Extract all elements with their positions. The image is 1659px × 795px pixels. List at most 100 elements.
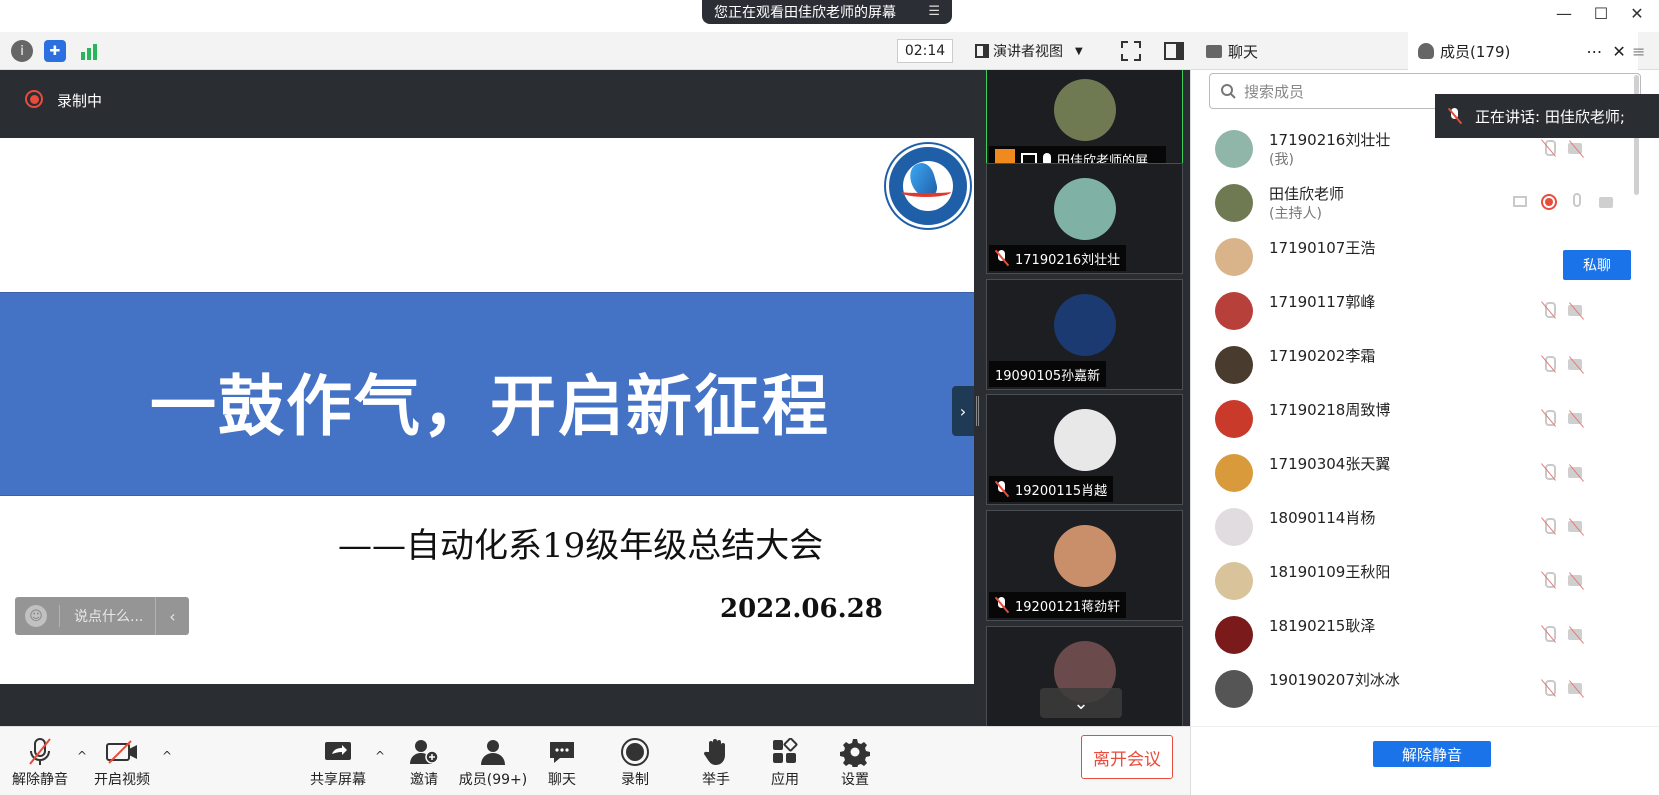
mic-off-icon[interactable] xyxy=(1539,139,1559,159)
private-chat-button[interactable]: 私聊 xyxy=(1563,250,1631,280)
mic-off-icon xyxy=(995,250,1009,266)
search-icon xyxy=(1221,84,1236,99)
leave-meeting-button[interactable]: 离开会议 xyxy=(1081,735,1173,779)
members-panel: 搜索成员 17190216刘壮壮 (我) 田佳欣老师 (主持人) 17190107王浩 1… xyxy=(1190,70,1659,726)
avatar xyxy=(1215,130,1253,168)
avatar xyxy=(1054,409,1116,471)
camera-off-icon[interactable] xyxy=(1567,517,1589,537)
shield-icon[interactable]: ✚ xyxy=(44,40,66,62)
chat-input-placeholder[interactable]: 说点什么... xyxy=(74,606,143,626)
member-row[interactable]: 17190218周致博 xyxy=(1191,393,1631,445)
mic-off-icon[interactable] xyxy=(1539,355,1559,375)
collapse-sidebar-icon[interactable]: › xyxy=(952,386,974,436)
apps-button[interactable]: 应用 xyxy=(750,737,820,793)
mic-off-icon[interactable] xyxy=(1539,463,1559,483)
chat-icon xyxy=(1206,44,1222,58)
settings-button[interactable]: 设置 xyxy=(820,737,890,793)
chevron-up-icon[interactable]: ^ xyxy=(375,749,385,763)
more-icon[interactable]: ⋯ xyxy=(1586,42,1602,61)
chat-input-box[interactable]: ☺ 说点什么... ‹ xyxy=(15,597,189,635)
settings-label: 设置 xyxy=(841,772,869,788)
maximize-icon[interactable]: ☐ xyxy=(1588,2,1614,24)
member-role: (主持人) xyxy=(1269,206,1322,222)
member-row[interactable]: 18190109王秋阳 xyxy=(1191,555,1631,607)
banner-menu-icon[interactable]: ☰ xyxy=(928,4,940,19)
emoji-icon[interactable]: ☺ xyxy=(25,605,47,627)
member-row[interactable]: 田佳欣老师 (主持人) xyxy=(1191,177,1631,229)
chevron-up-icon[interactable]: ^ xyxy=(77,749,87,763)
member-row[interactable]: 190190207刘冰冰 xyxy=(1191,663,1631,715)
members-button[interactable]: 成员(99+) xyxy=(458,737,528,793)
share-screen-button[interactable]: 共享屏幕 xyxy=(303,737,373,793)
unmute-button[interactable]: 解除静音 xyxy=(5,737,75,793)
minimize-icon[interactable]: — xyxy=(1551,2,1577,24)
mic-off-icon[interactable] xyxy=(1539,517,1559,537)
slide-title-band: 一鼓作气，开启新征程 xyxy=(0,292,974,496)
member-row[interactable]: 17190117郭峰 xyxy=(1191,285,1631,337)
member-name: 17190107王浩 xyxy=(1269,239,1376,257)
tab-members-label: 成员(179) xyxy=(1440,42,1511,61)
chat-button[interactable]: 聊天 xyxy=(527,737,597,793)
raise-hand-button[interactable]: 举手 xyxy=(681,737,751,793)
member-name: 17190218周致博 xyxy=(1269,401,1391,419)
camera-off-icon[interactable] xyxy=(1567,571,1589,591)
mic-off-icon[interactable] xyxy=(1539,301,1559,321)
close-icon[interactable]: ✕ xyxy=(1624,2,1650,24)
member-row[interactable]: 18090114肖杨 xyxy=(1191,501,1631,553)
tab-members[interactable]: 成员(179) ⋯ ✕ xyxy=(1408,32,1638,70)
signal-icon[interactable] xyxy=(78,40,100,62)
splitter-grip[interactable] xyxy=(976,396,979,426)
panel-close-icon[interactable]: ✕ xyxy=(1612,42,1625,61)
recording-bar: 录制中 xyxy=(0,70,974,138)
slide-bottom-strip xyxy=(0,684,974,726)
tab-chat-label: 聊天 xyxy=(1228,42,1259,61)
camera-off-icon[interactable] xyxy=(1567,409,1589,429)
tab-chat[interactable]: 聊天 xyxy=(1196,32,1408,70)
record-button[interactable]: 录制 xyxy=(600,737,670,793)
member-name: 190190207刘冰冰 xyxy=(1269,671,1400,689)
invite-button[interactable]: 邀请 xyxy=(389,737,459,793)
chevron-up-icon[interactable]: ^ xyxy=(162,749,172,763)
apps-icon xyxy=(768,737,802,767)
member-row[interactable]: 17190202李霜 xyxy=(1191,339,1631,391)
camera-off-icon[interactable] xyxy=(1567,355,1589,375)
view-mode-dropdown[interactable]: 演讲者视图 ▼ xyxy=(975,39,1105,63)
recording-label: 录制中 xyxy=(57,92,103,110)
start-video-button[interactable]: 开启视频 xyxy=(87,737,157,793)
members-panel-footer: 解除静音 xyxy=(1190,726,1659,795)
camera-off-icon[interactable] xyxy=(1567,679,1589,699)
camera-off-icon[interactable] xyxy=(1567,139,1589,159)
scroll-down-icon[interactable]: ⌄ xyxy=(1040,688,1122,718)
camera-off-icon[interactable] xyxy=(1567,625,1589,645)
member-name: 17190304张天翼 xyxy=(1269,455,1391,473)
video-tile[interactable]: 田佳欣老师的屏... xyxy=(986,70,1183,175)
sidebar-toggle-icon[interactable] xyxy=(1163,40,1185,66)
video-tile[interactable]: 17190216刘壮壮 xyxy=(986,163,1183,274)
record-icon xyxy=(618,737,652,767)
mic-off-icon[interactable] xyxy=(1539,409,1559,429)
member-row[interactable]: 17190304张天翼 xyxy=(1191,447,1631,499)
info-icon[interactable]: i xyxy=(11,40,33,62)
screen-share-banner: 您正在观看田佳欣老师的屏幕 ☰ xyxy=(702,0,952,24)
video-tile[interactable]: 19200121蒋劲轩 xyxy=(986,510,1183,621)
video-off-icon xyxy=(105,737,139,767)
collapse-chat-icon[interactable]: ‹ xyxy=(155,597,189,635)
top-toolbar: i ✚ 02:14 演讲者视图 ▼ xyxy=(0,32,1196,70)
add-user-icon xyxy=(407,737,441,767)
camera-off-icon[interactable] xyxy=(1567,301,1589,321)
fullscreen-icon[interactable] xyxy=(1120,40,1142,66)
mic-off-icon[interactable] xyxy=(1539,625,1559,645)
unmute-all-button[interactable]: 解除静音 xyxy=(1373,741,1491,767)
avatar xyxy=(1215,292,1253,330)
camera-off-icon[interactable] xyxy=(1567,463,1589,483)
member-row[interactable]: 18190215耿泽 xyxy=(1191,609,1631,661)
video-tile[interactable]: 19200115肖越 xyxy=(986,394,1183,505)
member-role: (我) xyxy=(1269,152,1294,168)
search-placeholder[interactable]: 搜索成员 xyxy=(1244,81,1304,102)
panel-menu-icon[interactable]: ≡ xyxy=(1632,42,1645,61)
member-name: 17190117郭峰 xyxy=(1269,293,1376,311)
mic-off-icon[interactable] xyxy=(1539,679,1559,699)
video-tile[interactable]: 19090105孙嘉新 xyxy=(986,279,1183,390)
view-mode-label: 演讲者视图 xyxy=(993,44,1063,60)
mic-off-icon[interactable] xyxy=(1539,571,1559,591)
